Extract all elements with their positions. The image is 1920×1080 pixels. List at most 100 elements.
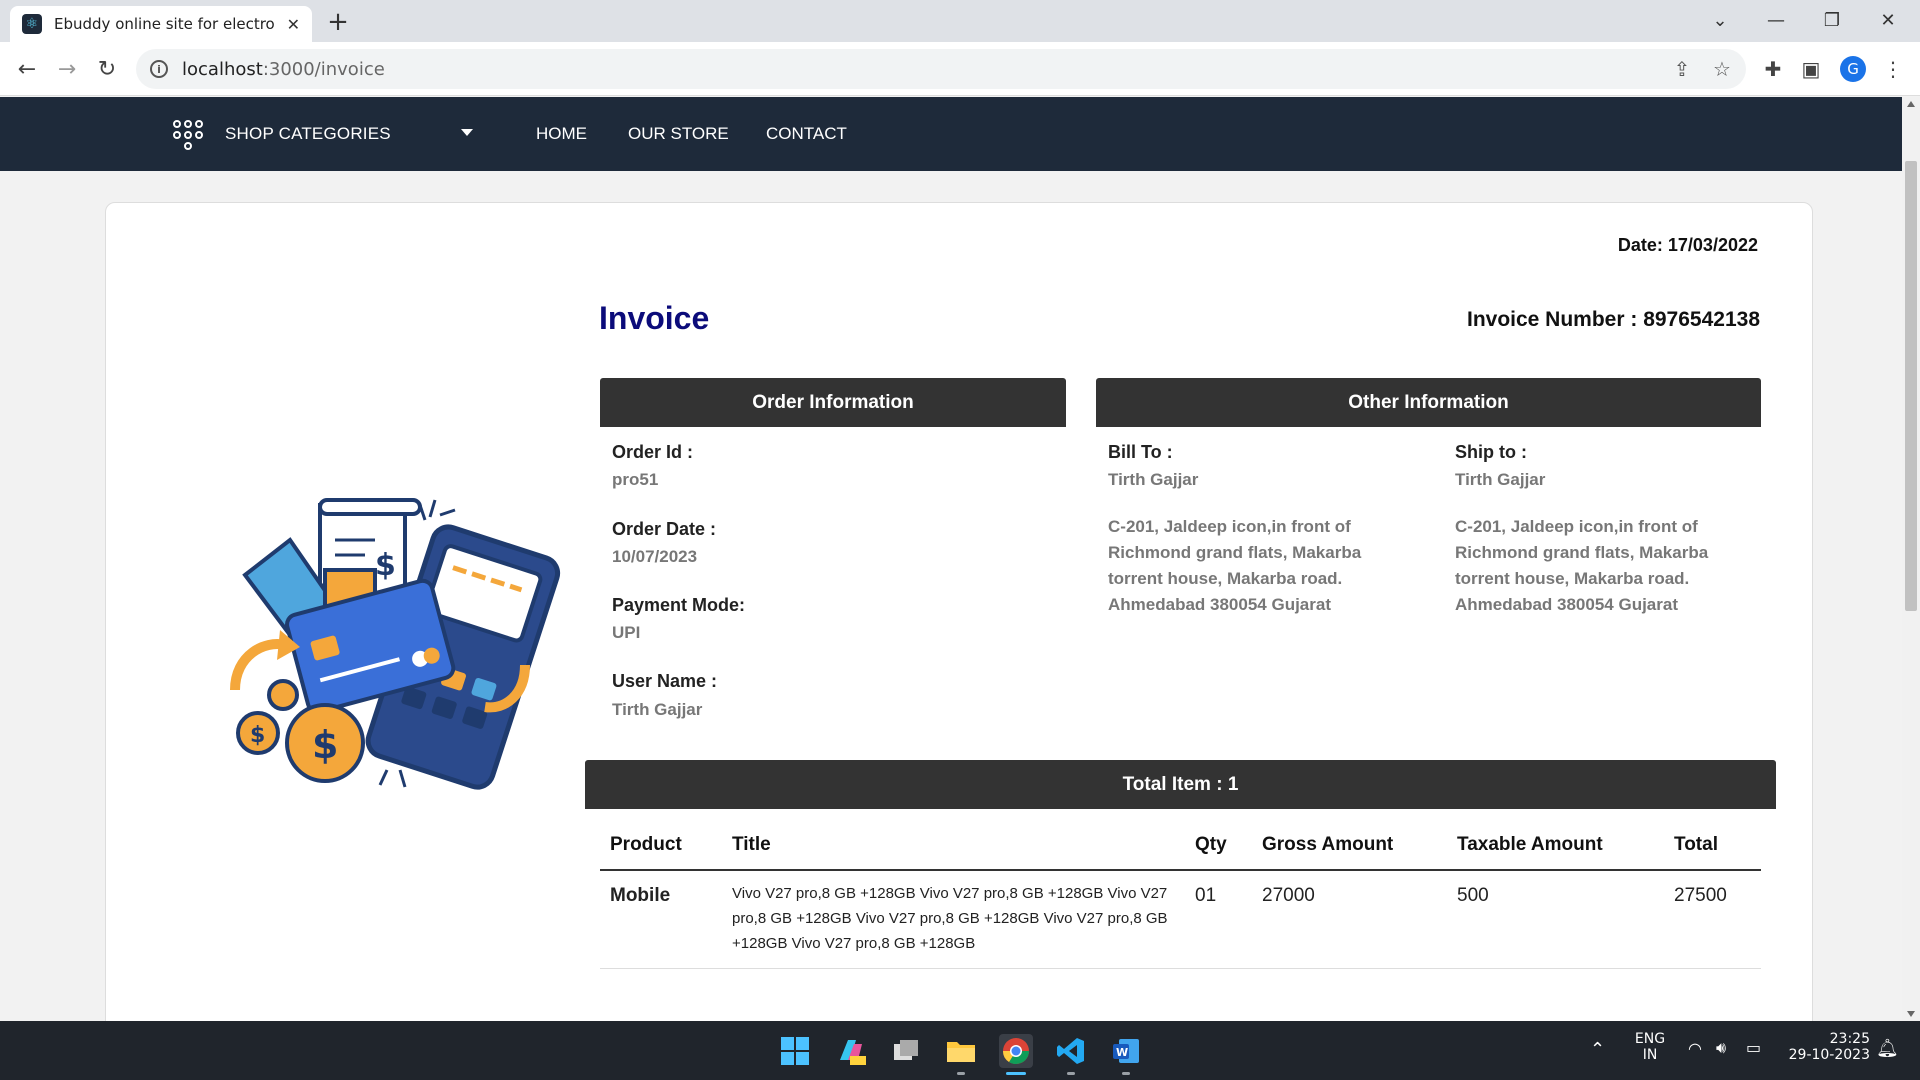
categories-grid-icon <box>173 120 203 150</box>
order-id-label: Order Id : <box>612 442 694 462</box>
title-cell: Vivo V27 pro,8 GB +128GB Vivo V27 pro,8 … <box>722 870 1185 969</box>
bill-to-address: C-201, Jaldeep icon,in front of Richmond… <box>1108 517 1362 614</box>
payment-mode-label: Payment Mode: <box>612 595 746 615</box>
scroll-up-icon[interactable] <box>1907 101 1915 107</box>
copilot-icon[interactable] <box>834 1034 868 1068</box>
tab-strip: ⚛ Ebuddy online site for electronic ✕ + … <box>0 0 1920 42</box>
nav-link-contact[interactable]: CONTACT <box>766 124 847 144</box>
product-cell: Mobile <box>600 870 722 969</box>
user-name-value: Tirth Gajjar <box>612 700 703 719</box>
svg-text:$: $ <box>250 723 265 748</box>
windows-start-icon[interactable] <box>778 1034 812 1068</box>
invoice-number-label: Invoice Number : <box>1466 308 1638 331</box>
ship-to-label: Ship to : <box>1455 442 1527 462</box>
table-header-row: Product Title Qty Gross Amount Taxable A… <box>600 825 1761 871</box>
clock-time: 23:25 <box>1829 1031 1870 1047</box>
active-indicator <box>1006 1072 1026 1075</box>
page-scrollbar[interactable] <box>1902 97 1920 1021</box>
browser-toolbar: ← → ↻ i localhost:3000/invoice ⇪ ☆ ✚ ▣ ⋮ <box>0 42 1920 96</box>
wifi-icon[interactable]: ◠ <box>1688 1039 1702 1058</box>
url-host: localhost <box>182 58 263 80</box>
svg-text:W: W <box>1116 1046 1128 1059</box>
gross-amount-cell: 27000 <box>1252 870 1447 969</box>
battery-icon[interactable]: ▭ <box>1746 1038 1761 1057</box>
table-row: Mobile Vivo V27 pro,8 GB +128GB Vivo V27… <box>600 870 1761 969</box>
svg-text:$: $ <box>312 723 338 767</box>
ship-to-address: C-201, Jaldeep icon,in front of Richmond… <box>1455 517 1709 614</box>
payment-mode-value: UPI <box>612 623 641 642</box>
column-header: Title <box>722 825 1185 871</box>
other-info-heading: Other Information <box>1096 378 1761 427</box>
order-info-heading: Order Information <box>600 378 1066 427</box>
star-icon[interactable]: ☆ <box>1706 49 1738 89</box>
browser-tab[interactable]: ⚛ Ebuddy online site for electronic ✕ <box>10 6 312 42</box>
share-icon[interactable]: ⇪ <box>1666 49 1698 89</box>
address-bar[interactable]: i localhost:3000/invoice ⇪ ☆ <box>136 49 1746 89</box>
items-table: Product Title Qty Gross Amount Taxable A… <box>600 825 1761 969</box>
close-window-button[interactable]: ✕ <box>1860 0 1916 40</box>
total-items-heading: Total Item : 1 <box>585 760 1776 809</box>
react-favicon-icon: ⚛ <box>22 14 42 34</box>
scroll-down-icon[interactable] <box>1907 1011 1915 1017</box>
clock[interactable]: 23:25 29-10-2023 <box>1780 1031 1870 1063</box>
show-hidden-icons-chevron-icon[interactable]: ⌃ <box>1590 1039 1605 1060</box>
qty-cell: 01 <box>1185 870 1252 969</box>
language-code: ENG <box>1634 1031 1666 1047</box>
url-path: :3000/invoice <box>262 58 385 80</box>
vscode-icon[interactable] <box>1054 1034 1088 1068</box>
page-title: Invoice <box>599 300 710 336</box>
windows-taskbar: W ⌃ ENG IN ◠ 🔊︎ ▭ 23:25 29-10-2023 🔔︎ <box>0 1021 1920 1080</box>
profile-avatar[interactable]: G <box>1840 56 1866 82</box>
puzzle-icon[interactable]: ✚ <box>1758 54 1788 84</box>
scrollbar-thumb[interactable] <box>1905 161 1917 611</box>
reload-icon[interactable]: ↻ <box>92 54 122 84</box>
payment-illustration: $ $ $ <box>230 498 561 790</box>
kebab-menu-icon[interactable]: ⋮ <box>1878 54 1908 84</box>
url-text: localhost:3000/invoice <box>182 59 385 80</box>
invoice-number: Invoice Number : 8976542138 <box>1400 308 1760 332</box>
order-date-value: 10/07/2023 <box>612 547 698 566</box>
notification-bell-icon[interactable]: 🔔︎ <box>1876 1038 1899 1059</box>
order-date-label: Order Date : <box>612 519 717 539</box>
site-navbar: SHOP CATEGORIES HOME OUR STORE CONTACT <box>0 97 1902 171</box>
bill-to-name: Tirth Gajjar <box>1108 470 1199 489</box>
caret-down-icon[interactable] <box>461 129 473 136</box>
column-header: Taxable Amount <box>1447 825 1664 871</box>
column-header: Qty <box>1185 825 1252 871</box>
order-id-value: pro51 <box>612 470 659 489</box>
minimize-button[interactable]: — <box>1748 0 1804 40</box>
tab-title: Ebuddy online site for electronic <box>54 15 274 33</box>
word-icon[interactable]: W <box>1109 1034 1143 1068</box>
column-header: Total <box>1664 825 1761 871</box>
running-indicator <box>1067 1072 1075 1075</box>
bill-to-label: Bill To : <box>1108 442 1173 462</box>
forward-arrow-icon[interactable]: → <box>52 54 82 84</box>
language-indicator[interactable]: ENG IN <box>1630 1031 1670 1063</box>
column-header: Product <box>600 825 722 871</box>
close-tab-icon[interactable]: ✕ <box>287 15 300 34</box>
clock-date: 29-10-2023 <box>1788 1047 1870 1063</box>
new-tab-button[interactable]: + <box>322 6 354 38</box>
region-code: IN <box>1642 1047 1658 1063</box>
shop-categories-dropdown[interactable]: SHOP CATEGORIES <box>225 124 391 144</box>
side-panel-icon[interactable]: ▣ <box>1796 54 1826 84</box>
restore-button[interactable]: ❐ <box>1804 0 1860 40</box>
info-icon[interactable]: i <box>150 60 168 78</box>
tab-search-chevron-icon[interactable]: ⌄ <box>1692 0 1748 40</box>
taxable-amount-cell: 500 <box>1447 870 1664 969</box>
volume-icon[interactable]: 🔊︎ <box>1716 1038 1726 1058</box>
ship-to-name: Tirth Gajjar <box>1455 470 1546 489</box>
back-arrow-icon[interactable]: ← <box>12 54 42 84</box>
task-view-icon[interactable] <box>889 1034 923 1068</box>
nav-link-home[interactable]: HOME <box>536 124 587 144</box>
total-cell: 27500 <box>1664 870 1761 969</box>
running-indicator <box>957 1072 965 1075</box>
file-explorer-icon[interactable] <box>944 1034 978 1068</box>
user-name-label: User Name : <box>612 671 718 691</box>
svg-text:$: $ <box>375 548 396 583</box>
invoice-date: Date: 17/03/2022 <box>1617 235 1758 255</box>
column-header: Gross Amount <box>1252 825 1447 871</box>
chrome-icon[interactable] <box>999 1034 1033 1068</box>
running-indicator <box>1122 1072 1130 1075</box>
nav-link-our-store[interactable]: OUR STORE <box>628 124 729 144</box>
